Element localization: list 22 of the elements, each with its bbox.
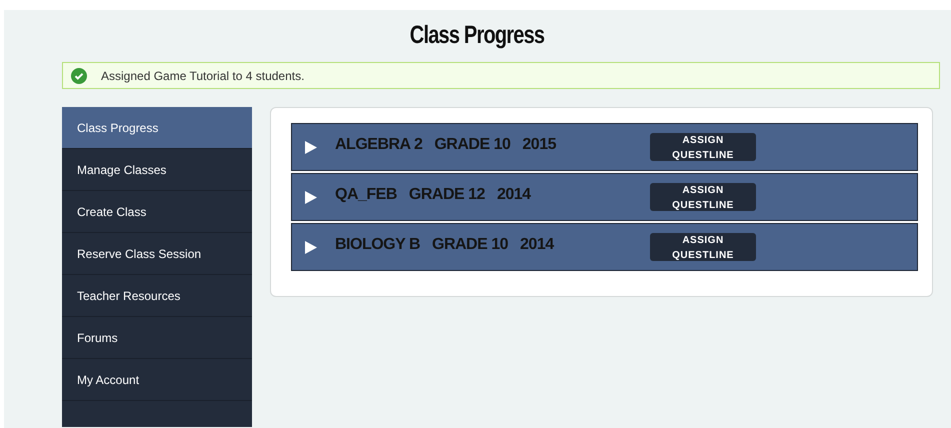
sidebar-item[interactable]: Class Progress [62, 107, 252, 149]
assign-questline-button[interactable]: ASSIGN QUESTLINE [650, 133, 756, 161]
caret-right-icon[interactable] [305, 240, 317, 254]
notice-text: Assigned Game Tutorial to 4 students. [101, 68, 304, 84]
class-grade: GRADE 12 [408, 185, 485, 205]
class-grade: GRADE 10 [434, 135, 510, 155]
class-row[interactable]: QA_FEB GRADE 12 2014 ASSIGN QUESTLINE [291, 173, 918, 221]
class-name: QA_FEB [335, 185, 397, 205]
class-name: BIOLOGY B [335, 235, 420, 255]
class-grade: GRADE 10 [432, 235, 508, 255]
class-year: 2014 [520, 235, 554, 255]
caret-right-icon[interactable] [305, 190, 317, 204]
assign-questline-button[interactable]: ASSIGN QUESTLINE [650, 183, 756, 211]
class-name: ALGEBRA 2 [335, 135, 422, 155]
class-row[interactable]: ALGEBRA 2 GRADE 10 2015 ASSIGN QUESTLINE [291, 123, 918, 171]
class-year: 2014 [496, 185, 531, 205]
class-year: 2015 [522, 135, 556, 155]
assign-questline-button[interactable]: ASSIGN QUESTLINE [650, 233, 756, 261]
caret-right-icon[interactable] [305, 140, 317, 154]
class-row[interactable]: BIOLOGY B GRADE 10 2014 ASSIGN QUESTLINE [291, 223, 918, 271]
page-title: Class Progress [410, 20, 545, 52]
check-circle-icon [71, 68, 87, 84]
